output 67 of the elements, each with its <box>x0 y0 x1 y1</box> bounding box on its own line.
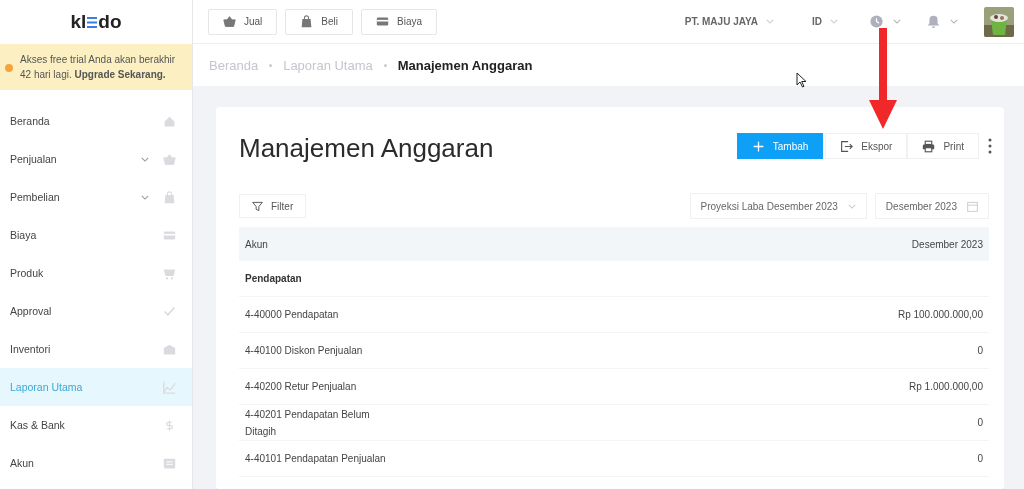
bag-icon <box>300 15 314 28</box>
warning-dot-icon <box>5 64 13 72</box>
filter-button[interactable]: Filter <box>239 194 307 218</box>
ledger-icon <box>163 456 176 470</box>
table-cell-text: 4-40200 Retur Penjualan <box>245 380 357 394</box>
house-icon <box>163 114 176 128</box>
caret-icon <box>141 194 149 200</box>
column-header: Akun <box>245 238 268 250</box>
quick-action-button[interactable]: Beli <box>285 8 354 35</box>
sidebar-item[interactable]: Inventori <box>0 330 192 368</box>
caret-icon <box>950 19 958 24</box>
action-button[interactable]: Ekspor <box>825 133 908 159</box>
table-cell: Rp 1.000.000,00 <box>909 381 983 392</box>
separator-dot <box>383 63 387 67</box>
table-cell-text: 4-40201 Pendapatan Belum Ditagih <box>245 407 371 439</box>
sidebar-item[interactable]: Biaya <box>0 216 192 254</box>
breadcrumb-item: Manajemen Anggaran <box>397 57 533 73</box>
basket-icon <box>223 15 236 28</box>
sidebar-item[interactable]: Pembelian <box>0 178 192 216</box>
chart-icon <box>163 380 176 394</box>
logo-text: kl <box>70 11 87 33</box>
check-icon <box>163 304 176 318</box>
sidebar-item[interactable]: Kas & Bank <box>0 406 192 444</box>
table-cell-text: 4-40101 Pendapatan Penjualan <box>245 452 386 466</box>
card-icon <box>163 228 176 242</box>
upgrade-link[interactable]: Upgrade Sekarang. <box>74 69 166 80</box>
quick-action-button[interactable]: Jual <box>208 8 278 35</box>
calendar-icon <box>967 200 978 212</box>
plus-icon <box>751 139 765 153</box>
cart-icon <box>163 266 176 280</box>
budget-select[interactable]: Proyeksi Laba Desember 2023 <box>689 193 867 219</box>
logo-text: do <box>98 11 122 33</box>
language-selector[interactable]: ID <box>806 15 844 28</box>
box-icon <box>163 342 176 356</box>
quick-action-button[interactable]: Biaya <box>361 8 438 35</box>
caret-icon <box>141 156 149 162</box>
company-selector[interactable]: PT. MAJU JAYA <box>678 15 780 28</box>
bag-icon <box>163 190 176 204</box>
caret-icon <box>847 203 856 209</box>
sidebar-item[interactable]: Produk <box>0 254 192 292</box>
table-cell: 0 <box>977 417 983 428</box>
export-icon <box>840 139 854 153</box>
printer-icon <box>922 139 936 153</box>
sidebar-item[interactable]: Approval <box>0 292 192 330</box>
separator-dot <box>269 63 273 67</box>
dollar-icon <box>163 418 176 432</box>
caret-icon <box>766 19 774 24</box>
sidebar-item[interactable]: Beranda <box>0 102 192 140</box>
caret-icon <box>830 19 838 24</box>
card-icon <box>376 15 390 28</box>
table-cell-text: 4-40100 Diskon Penjualan <box>245 344 363 358</box>
table-cell: 0 <box>977 453 983 464</box>
action-button[interactable]: Print <box>907 133 979 159</box>
table-cell: Rp 100.000.000,00 <box>897 309 983 320</box>
table-cell: 0 <box>977 345 983 356</box>
logo-icon <box>86 15 99 29</box>
filter-icon <box>252 200 263 212</box>
caret-icon <box>893 19 901 24</box>
table-cell-text: 4-40000 Pendapatan <box>245 308 339 322</box>
page-title: Manajemen Anggaran <box>239 132 495 164</box>
basket-icon <box>163 152 176 166</box>
period-field[interactable]: Desember 2023 <box>874 193 989 219</box>
sidebar-item[interactable]: Akun <box>0 444 192 482</box>
trial-notice-text: Akses free trial Anda akan berakhir 42 hari lagi. Upgrade Sekarang. <box>20 53 177 82</box>
column-header: Desember 2023 <box>911 238 983 250</box>
group-label: Pendapatan <box>245 273 302 284</box>
sidebar-item[interactable]: Penjualan <box>0 140 192 178</box>
